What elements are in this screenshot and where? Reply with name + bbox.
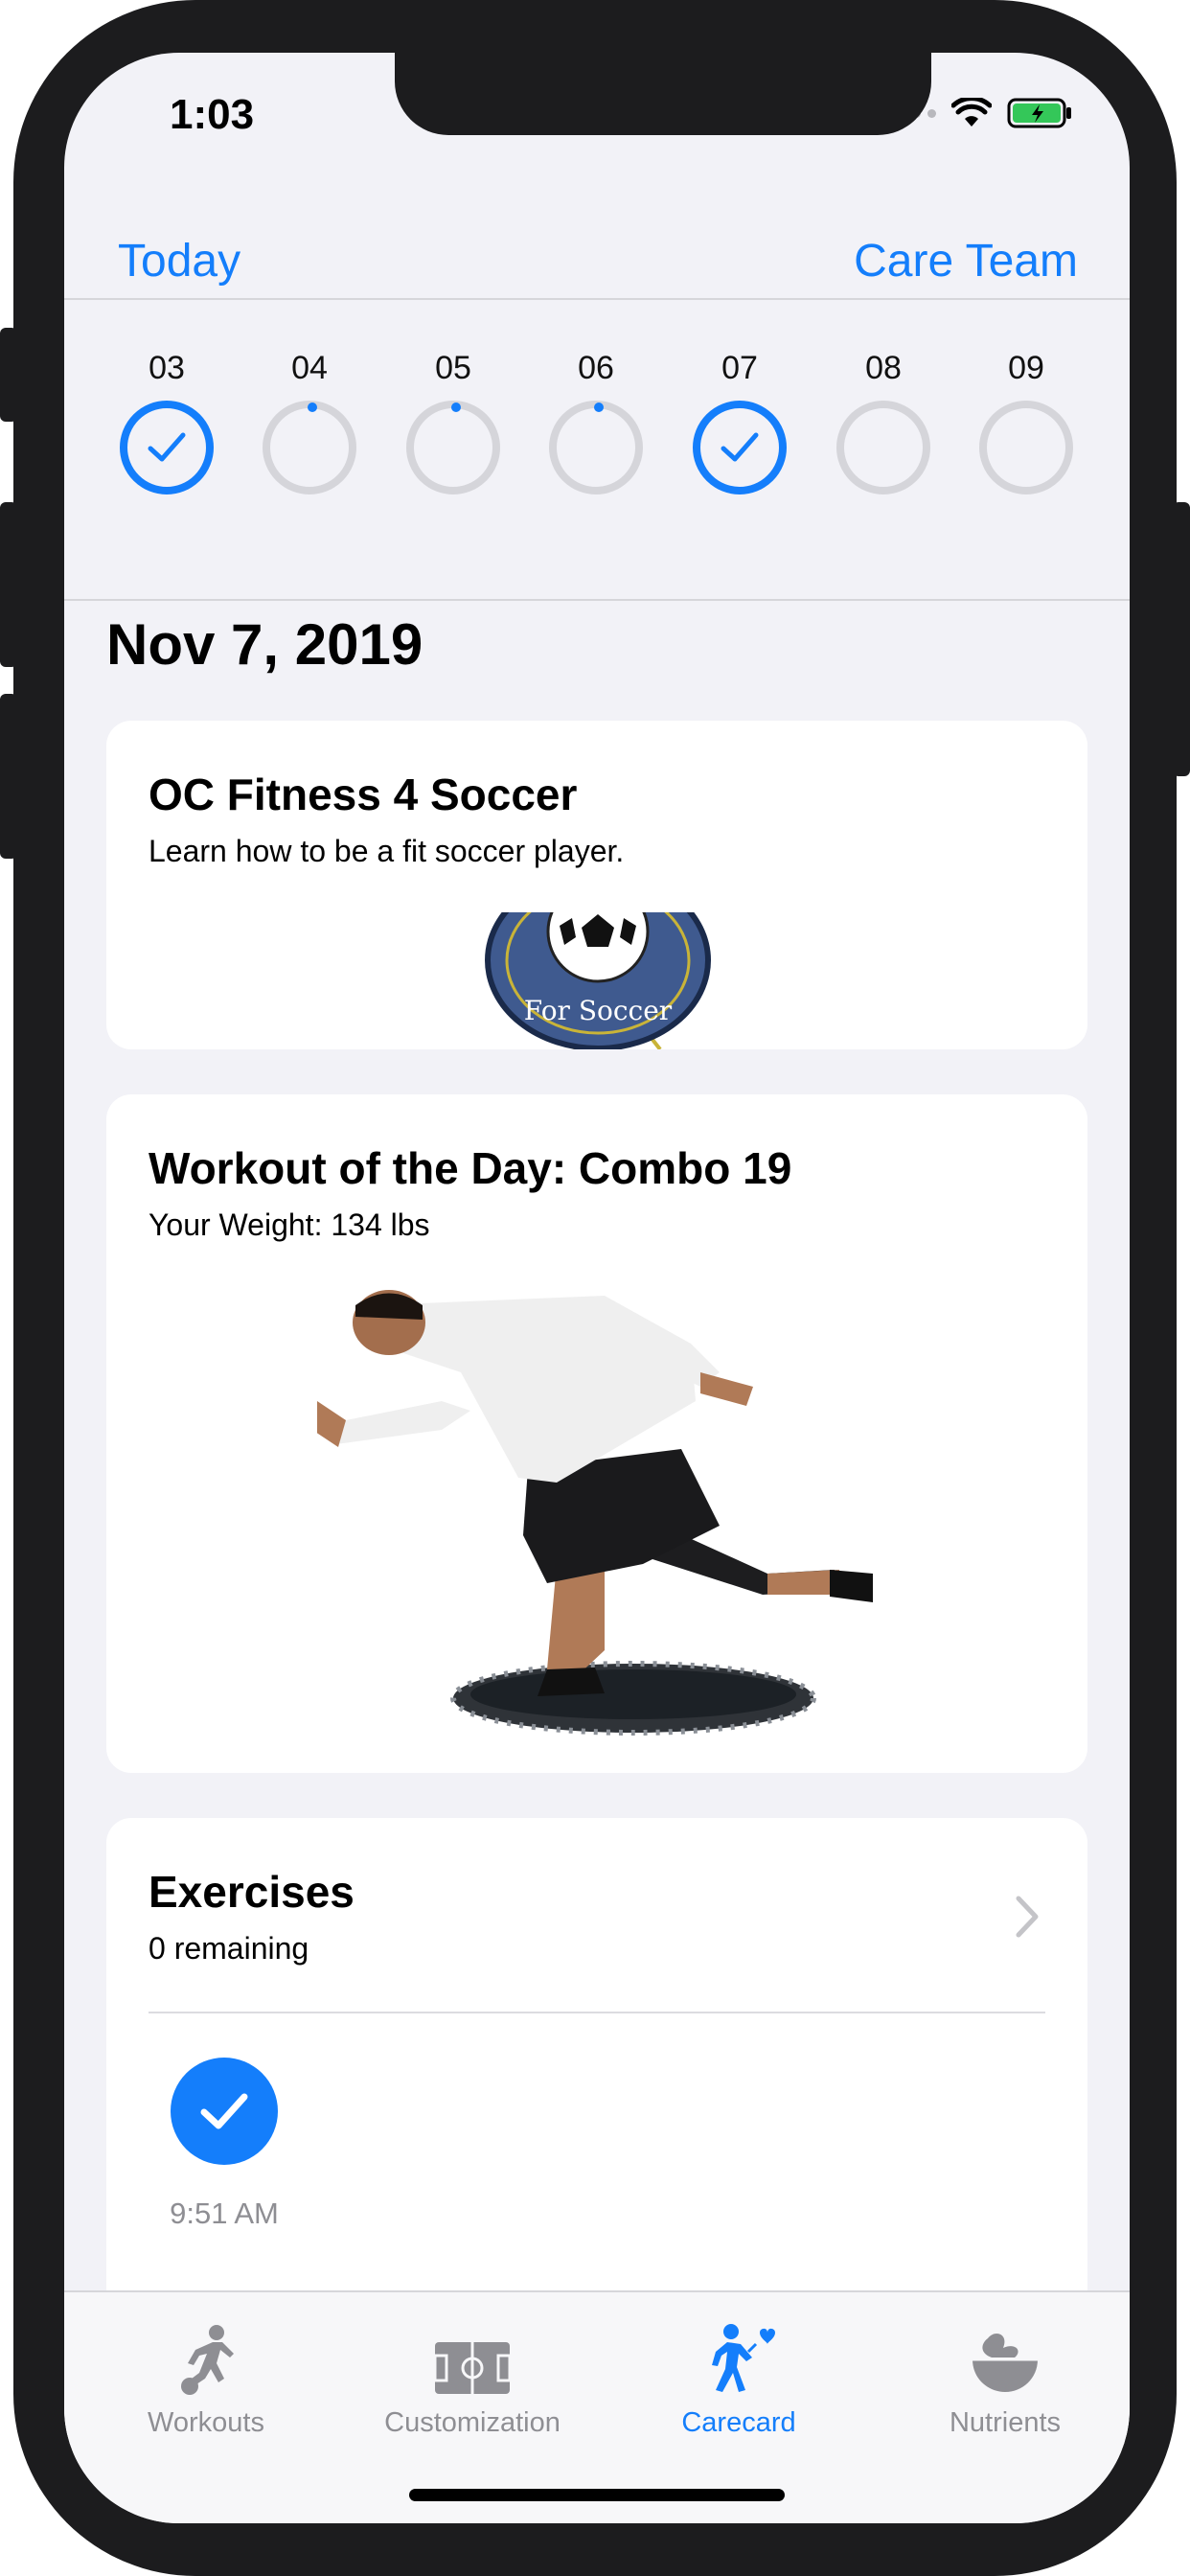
- week-calendar-strip: 03 04 05 06 07 08 09: [64, 300, 1130, 601]
- day-09[interactable]: 09: [973, 350, 1079, 494]
- checkmark-icon: [148, 432, 186, 462]
- status-time: 1:03: [170, 91, 255, 138]
- walking-heart-icon: [712, 2324, 775, 2392]
- day-label: 04: [291, 350, 328, 386]
- power-button: [1173, 502, 1190, 776]
- wifi-icon: [951, 98, 992, 126]
- day-06[interactable]: 06: [543, 350, 649, 494]
- workout-athlete-image: [317, 1290, 873, 1736]
- completion-ring: [263, 401, 356, 494]
- completion-ring: [406, 401, 500, 494]
- completion-ring: [549, 401, 643, 494]
- exercises-card[interactable]: Exercises 0 remaining 9:51 AM: [106, 1818, 1087, 2316]
- tab-label: Carecard: [681, 2407, 796, 2438]
- completion-ring: [120, 401, 214, 494]
- day-04[interactable]: 04: [257, 350, 362, 494]
- completion-ring: [979, 401, 1073, 494]
- volume-up-button: [0, 502, 17, 667]
- tab-workouts[interactable]: Workouts: [91, 2319, 321, 2439]
- chevron-right-icon[interactable]: [1015, 1895, 1040, 1939]
- tab-bar: Workouts Customization Carecard Nutrient…: [64, 2290, 1130, 2523]
- notch: [395, 53, 931, 135]
- card-title: Workout of the Day: Combo 19: [149, 1143, 792, 1193]
- day-label: 08: [865, 350, 902, 386]
- card-title: OC Fitness 4 Soccer: [149, 770, 578, 819]
- bowl-icon: [973, 2334, 1038, 2392]
- tab-carecard[interactable]: Carecard: [624, 2319, 854, 2439]
- checkmark-icon: [200, 2093, 248, 2129]
- card-subtitle: Your Weight: 134 lbs: [149, 1208, 430, 1242]
- tab-label: Nutrients: [949, 2407, 1062, 2438]
- completed-time: 9:51 AM: [170, 2196, 279, 2230]
- tab-customization[interactable]: Customization: [357, 2319, 587, 2439]
- card-title: Exercises: [149, 1867, 355, 1917]
- today-button[interactable]: Today: [118, 235, 240, 288]
- care-team-button[interactable]: Care Team: [854, 235, 1078, 288]
- progress-dot: [451, 402, 461, 412]
- completion-ring: [836, 401, 930, 494]
- volume-down-button: [0, 694, 17, 859]
- day-label: 07: [721, 350, 758, 386]
- card-divider: [149, 2012, 1045, 2013]
- day-05[interactable]: 05: [400, 350, 506, 494]
- intro-card[interactable]: OC Fitness 4 Soccer Learn how to be a fi…: [106, 721, 1087, 1049]
- soccer-player-icon: [181, 2325, 234, 2395]
- tab-nutrients[interactable]: Nutrients: [890, 2319, 1120, 2439]
- progress-dot: [308, 402, 317, 412]
- tab-label: Customization: [384, 2407, 561, 2438]
- completion-ring: [693, 401, 787, 494]
- day-label: 05: [435, 350, 471, 386]
- battery-charging-icon: [1007, 98, 1071, 128]
- completed-task-button[interactable]: [171, 2058, 278, 2165]
- day-label: 03: [149, 350, 185, 386]
- day-08[interactable]: 08: [831, 350, 936, 494]
- navigation-bar: Today Care Team: [64, 196, 1130, 300]
- workout-card[interactable]: Workout of the Day: Combo 19 Your Weight…: [106, 1094, 1087, 1773]
- mute-switch: [0, 328, 17, 422]
- day-07[interactable]: 07: [687, 350, 792, 494]
- field-icon: [433, 2342, 512, 2394]
- phone-screen: 1:03 Today Care Team 03 04 05 06 07 08 0…: [64, 53, 1130, 2523]
- progress-dot: [594, 402, 604, 412]
- day-label: 06: [578, 350, 614, 386]
- card-subtitle: Learn how to be a fit soccer player.: [149, 834, 625, 868]
- card-subtitle: 0 remaining: [149, 1931, 309, 1966]
- day-03[interactable]: 03: [114, 350, 219, 494]
- logo-text: For Soccer: [524, 995, 673, 1026]
- soccer-logo-image: For Soccer: [485, 912, 711, 1049]
- home-indicator: [409, 2489, 785, 2501]
- day-label: 09: [1008, 350, 1044, 386]
- checkmark-icon: [721, 432, 759, 462]
- date-title: Nov 7, 2019: [106, 612, 423, 677]
- tab-label: Workouts: [148, 2407, 264, 2438]
